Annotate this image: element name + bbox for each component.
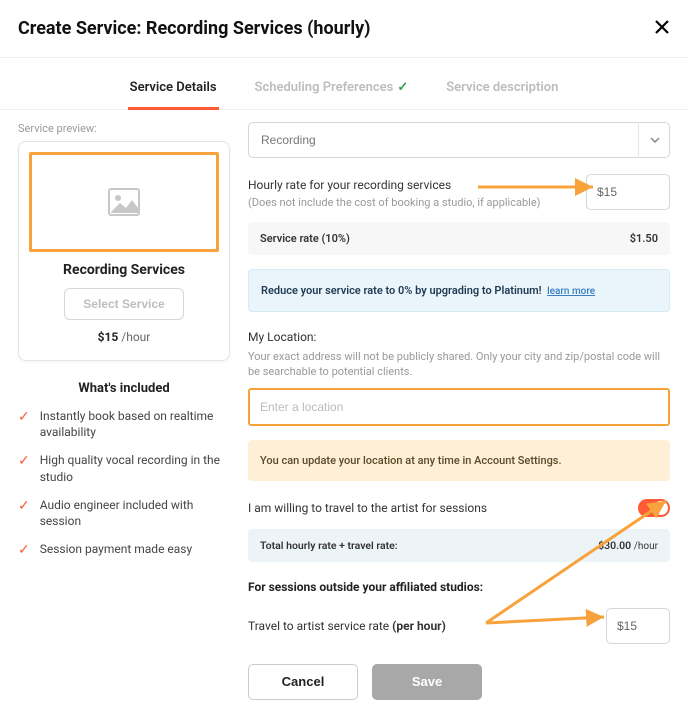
check-icon: ✓ — [18, 452, 30, 471]
cancel-button[interactable]: Cancel — [248, 664, 358, 700]
tabs: Service Details Scheduling Preferences ✓… — [0, 58, 688, 110]
included-text: High quality vocal recording in the stud… — [40, 452, 230, 484]
list-item: ✓ Audio engineer included with session — [18, 497, 230, 529]
image-icon — [108, 188, 140, 216]
check-icon: ✓ — [397, 80, 408, 95]
included-list: ✓ Instantly book based on realtime availa… — [18, 408, 230, 560]
hourly-rate-input[interactable] — [586, 174, 670, 210]
total-per: /hour — [634, 541, 658, 552]
service-fee-box: Service rate (10%) $1.50 — [248, 222, 670, 255]
included-text: Session payment made easy — [40, 541, 192, 557]
platinum-text: Reduce your service rate to 0% by upgrad… — [261, 284, 542, 297]
save-button[interactable]: Save — [372, 664, 482, 700]
preview-label: Service preview: — [18, 122, 230, 135]
travel-toggle-label: I am willing to travel to the artist for… — [248, 501, 487, 515]
total-value: $30.00 — [598, 539, 631, 552]
included-text: Audio engineer included with session — [40, 497, 230, 529]
list-item: ✓ Session payment made easy — [18, 541, 230, 560]
tab-service-details[interactable]: Service Details — [128, 70, 219, 110]
check-icon: ✓ — [18, 497, 30, 516]
preview-image-placeholder — [29, 152, 219, 252]
travel-toggle[interactable] — [638, 499, 670, 517]
included-header: What's included — [18, 381, 230, 396]
location-label: My Location: — [248, 330, 670, 344]
total-value-wrap: $30.00 /hour — [598, 539, 658, 552]
preview-price-per: /hour — [121, 330, 150, 344]
outside-studios-header: For sessions outside your affiliated stu… — [248, 580, 670, 594]
tab-scheduling-label: Scheduling Preferences — [255, 80, 394, 95]
location-sublabel: Your exact address will not be publicly … — [248, 350, 670, 380]
hourly-rate-sublabel: (Does not include the cost of booking a … — [248, 196, 574, 209]
included-text: Instantly book based on realtime availab… — [40, 408, 230, 440]
platinum-banner: Reduce your service rate to 0% by upgrad… — [248, 269, 670, 312]
close-icon — [654, 19, 670, 35]
close-button[interactable] — [654, 18, 670, 39]
total-label: Total hourly rate + travel rate: — [260, 539, 398, 552]
preview-price-amount: $15 — [98, 330, 119, 344]
check-icon: ✓ — [18, 408, 30, 427]
travel-rate-input[interactable] — [606, 608, 670, 644]
list-item: ✓ High quality vocal recording in the stu… — [18, 452, 230, 484]
toggle-knob — [654, 501, 668, 515]
travel-rate-label: Travel to artist service rate (per hour) — [248, 619, 446, 633]
fee-value: $1.50 — [630, 232, 658, 245]
preview-price: $15 /hour — [29, 330, 219, 344]
fee-label: Service rate (10%) — [260, 232, 350, 245]
tab-service-description[interactable]: Service description — [444, 70, 560, 110]
total-rate-box: Total hourly rate + travel rate: $30.00 … — [248, 529, 670, 562]
learn-more-link[interactable]: learn more — [547, 286, 595, 297]
recording-type-select[interactable] — [248, 122, 670, 158]
tab-scheduling-preferences[interactable]: Scheduling Preferences ✓ — [253, 70, 411, 110]
location-input[interactable] — [248, 388, 670, 426]
location-update-banner: You can update your location at any time… — [248, 440, 670, 481]
select-service-button[interactable]: Select Service — [64, 288, 183, 320]
service-preview-card: Recording Services Select Service $15 /h… — [18, 141, 230, 361]
list-item: ✓ Instantly book based on realtime availa… — [18, 408, 230, 440]
modal-title: Create Service: Recording Services (hour… — [18, 18, 370, 39]
check-icon: ✓ — [18, 541, 30, 560]
preview-card-title: Recording Services — [29, 262, 219, 278]
hourly-rate-label: Hourly rate for your recording services — [248, 178, 574, 192]
